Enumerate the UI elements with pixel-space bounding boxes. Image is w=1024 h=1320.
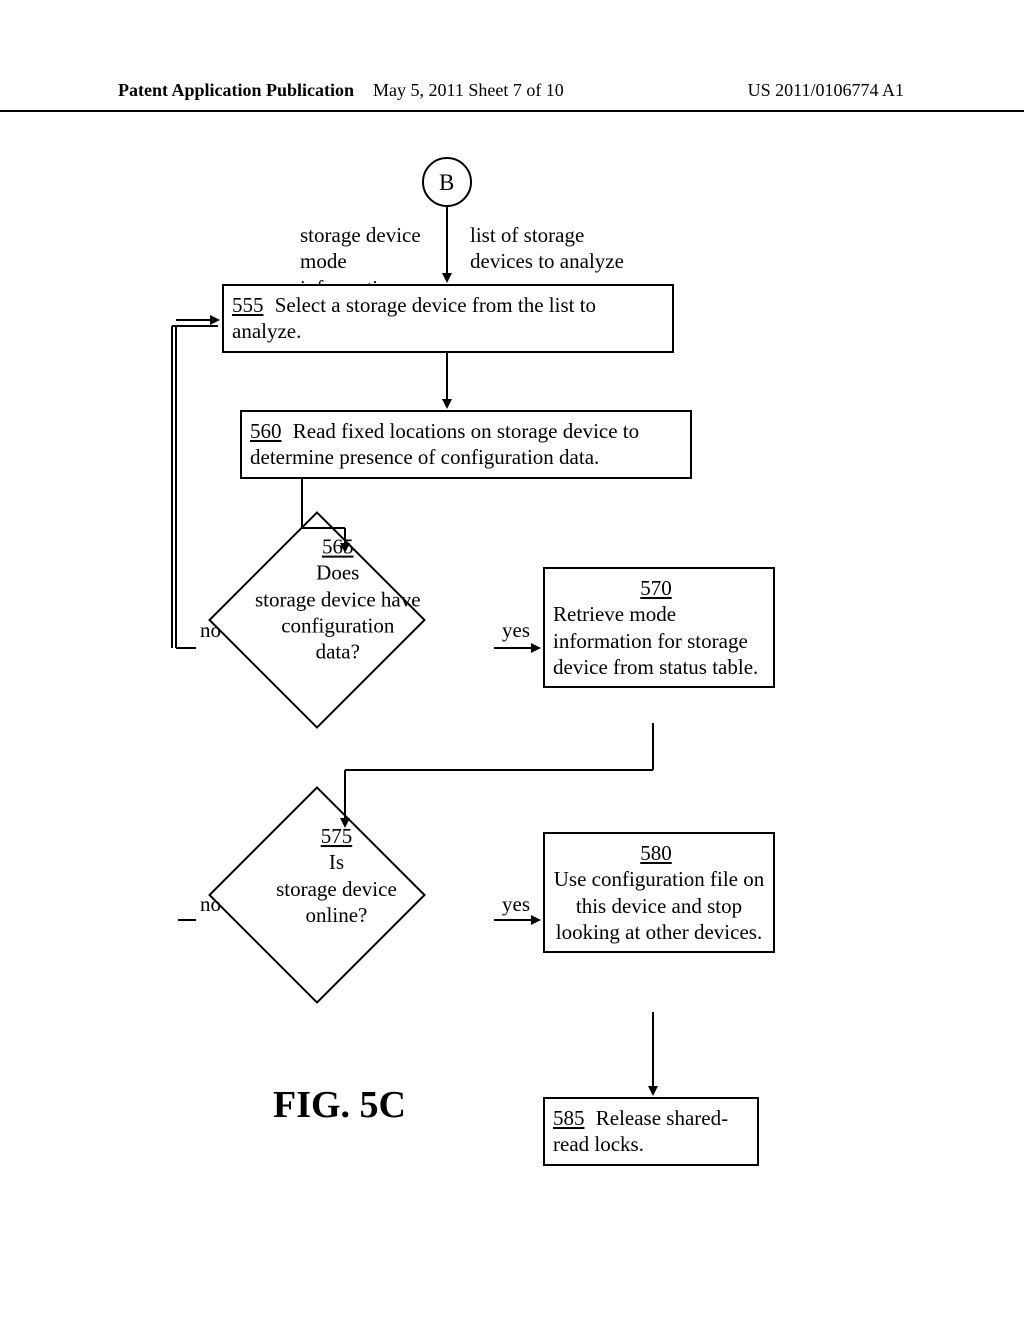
header-left: Patent Application Publication <box>118 80 354 101</box>
step-555-ref: 555 <box>232 293 264 317</box>
label-575-yes: yes <box>502 892 530 917</box>
decision-565-ref: 565 <box>248 534 428 560</box>
step-555: 555 Select a storage device from the lis… <box>222 284 674 353</box>
step-555-text: Select a storage device from the list to… <box>232 293 596 343</box>
page-header: Patent Application Publication May 5, 20… <box>0 80 1024 110</box>
step-560-text: Read fixed locations on storage device t… <box>250 419 639 469</box>
step-570: 570 Retrieve mode information for storag… <box>543 567 775 688</box>
label-575-no: no <box>200 892 221 917</box>
header-rule <box>0 110 1024 112</box>
flow-arrows <box>0 0 1024 1320</box>
header-mid: May 5, 2011 Sheet 7 of 10 <box>373 80 564 101</box>
step-570-text: Retrieve mode information for storage de… <box>553 601 765 680</box>
decision-575-text: Is storage device online? <box>276 850 397 927</box>
step-570-ref: 570 <box>553 575 759 601</box>
figure-label: FIG. 5C <box>273 1083 406 1127</box>
step-560: 560 Read fixed locations on storage devi… <box>240 410 692 479</box>
decision-575: 575 Is storage device online? <box>208 786 426 1004</box>
decision-565: 565 Does storage device have configurati… <box>208 511 426 729</box>
header-right: US 2011/0106774 A1 <box>748 80 904 101</box>
label-device-list: list of storage devices to analyze <box>470 222 650 275</box>
step-580: 580 Use configuration file on this devic… <box>543 832 775 953</box>
step-580-ref: 580 <box>553 840 759 866</box>
page: Patent Application Publication May 5, 20… <box>0 0 1024 1320</box>
step-560-ref: 560 <box>250 419 282 443</box>
step-585: 585 Release shared-read locks. <box>543 1097 759 1166</box>
decision-565-text: Does storage device have configuration d… <box>255 561 421 664</box>
label-565-yes: yes <box>502 618 530 643</box>
decision-575-ref: 575 <box>251 823 421 849</box>
connector-b: B <box>439 169 454 198</box>
step-580-text: Use configuration file on this device an… <box>553 866 765 945</box>
label-565-no: no <box>200 618 221 643</box>
step-585-ref: 585 <box>553 1106 585 1130</box>
